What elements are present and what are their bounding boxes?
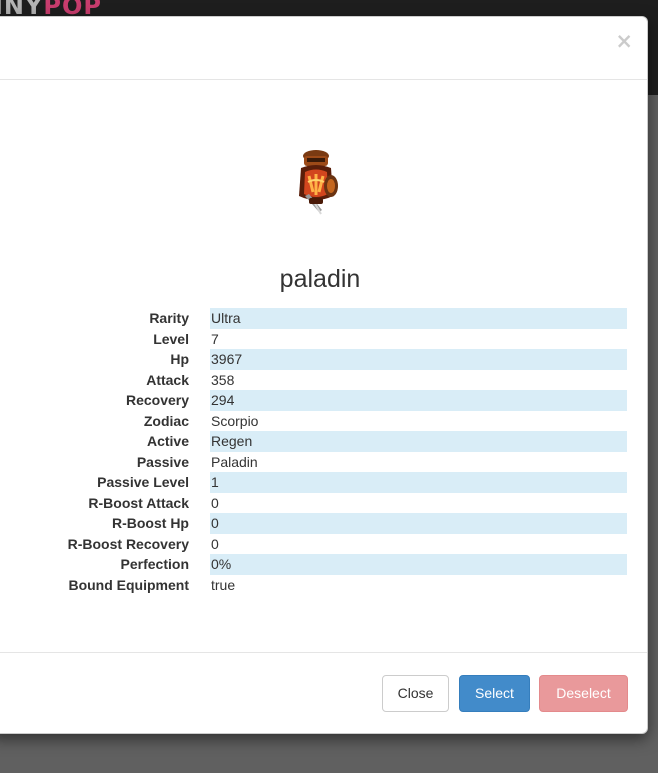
stat-row-level: Level 7 (0, 329, 649, 350)
stat-label: Active (146, 433, 189, 449)
stat-row-attack: Attack 358 (0, 370, 649, 391)
armored-paladin-sprite-icon (299, 150, 338, 215)
stat-row-zodiac: Zodiac Scorpio (0, 411, 649, 432)
stat-value: 0% (210, 554, 627, 575)
stat-row-passive-level: Passive Level 1 (0, 472, 649, 493)
stat-label: Zodiac (143, 412, 189, 429)
stat-value: Ultra (210, 308, 627, 329)
modal-body: paladin Rarity Ultra Level 7 Hp 3967 Att… (0, 80, 647, 654)
modal-header: × (0, 17, 647, 80)
stat-value: 358 (211, 371, 235, 388)
stat-row-passive: Passive Paladin (0, 452, 649, 473)
stat-row-rboost-attack: R-Boost Attack 0 (0, 493, 649, 514)
stat-label: Perfection (120, 556, 189, 572)
stat-label: R-Boost Hp (112, 515, 189, 531)
stat-value: true (211, 576, 236, 593)
stat-row-hp: Hp 3967 (0, 349, 649, 370)
stat-label: Attack (146, 371, 189, 388)
stat-row-bound-equipment: Bound Equipment true (0, 575, 649, 596)
stat-value: 294 (210, 390, 627, 411)
deselect-button[interactable]: Deselect (539, 675, 628, 712)
stat-label: Rarity (149, 310, 189, 326)
stat-label: Passive (136, 453, 189, 470)
stat-label: Passive Level (97, 474, 189, 490)
stat-value: 1 (210, 472, 627, 493)
stat-label: Hp (170, 351, 189, 367)
stat-label: Recovery (125, 392, 189, 408)
stat-value: 0 (211, 535, 219, 552)
select-button[interactable]: Select (459, 675, 530, 712)
stat-row-perfection: Perfection 0% (0, 554, 649, 575)
stat-row-recovery: Recovery 294 (0, 390, 649, 411)
close-button[interactable]: Close (382, 675, 449, 712)
stat-value: 7 (211, 330, 219, 347)
stat-label: Bound Equipment (68, 576, 189, 593)
stat-value: 0 (210, 513, 627, 534)
stat-label: Level (153, 330, 189, 347)
pet-detail-modal: × paladin Rarity Ultra Level 7 Hp 3967 A… (0, 16, 648, 734)
stat-label: R-Boost Attack (88, 494, 189, 511)
stat-value: Paladin (211, 453, 258, 470)
stat-row-rboost-hp: R-Boost Hp 0 (0, 513, 649, 534)
stat-value: 3967 (210, 349, 627, 370)
pet-name: paladin (279, 265, 361, 293)
modal-footer: Close Select Deselect (0, 652, 647, 733)
close-icon[interactable]: × (615, 31, 633, 52)
stat-value: Scorpio (211, 412, 259, 429)
stat-value: Regen (210, 431, 627, 452)
stat-row-active: Active Regen (0, 431, 649, 452)
stat-value: 0 (211, 494, 219, 511)
stats-table: Rarity Ultra Level 7 Hp 3967 Attack 358 … (0, 308, 649, 595)
stat-label: R-Boost Recovery (67, 535, 189, 552)
stat-row-rarity: Rarity Ultra (0, 308, 649, 329)
stat-row-rboost-recovery: R-Boost Recovery 0 (0, 534, 649, 555)
